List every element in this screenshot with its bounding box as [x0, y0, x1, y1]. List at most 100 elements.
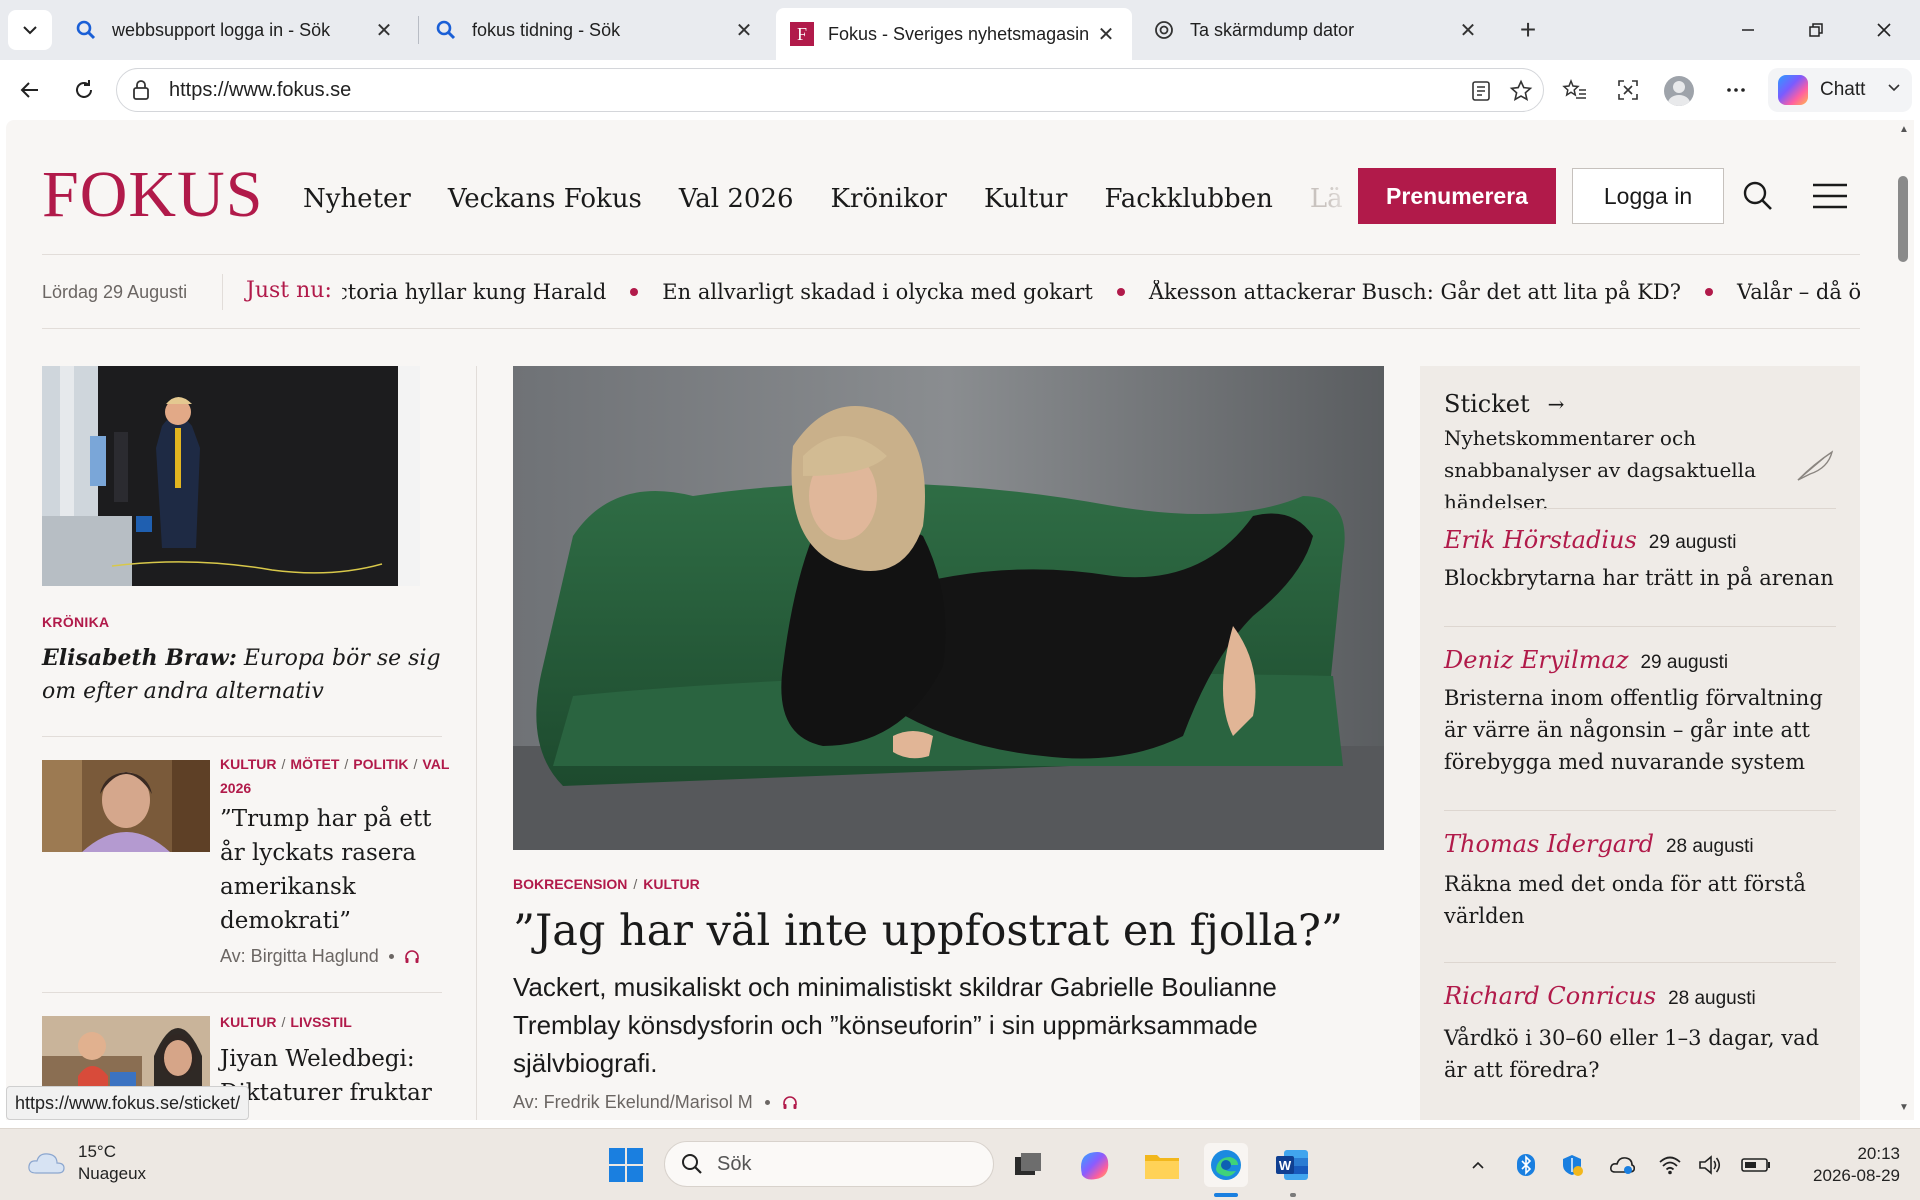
- login-button[interactable]: Logga in: [1572, 168, 1724, 224]
- scrollbar-thumb[interactable]: [1898, 176, 1908, 262]
- refresh-button[interactable]: [64, 70, 104, 110]
- close-tab-icon[interactable]: ✕: [1094, 22, 1118, 46]
- kicker-kultur[interactable]: KULTUR: [220, 1014, 277, 1030]
- back-button[interactable]: [10, 70, 50, 110]
- start-button[interactable]: [608, 1147, 644, 1183]
- profile-avatar[interactable]: [1664, 76, 1694, 106]
- new-tab-button[interactable]: +: [1510, 12, 1546, 48]
- page-scrollbar[interactable]: ▲ ▼: [1894, 120, 1914, 1120]
- kicker-livsstil[interactable]: LIVSSTIL: [290, 1014, 351, 1030]
- sticket-divider: [1444, 810, 1836, 811]
- battery-button[interactable]: [1740, 1149, 1772, 1181]
- scroll-down-arrow[interactable]: ▼: [1898, 1102, 1910, 1114]
- sticket-headline[interactable]: Vårdkö i 30–60 eller 1–3 dagar, vad är a…: [1444, 1022, 1844, 1086]
- hero-image[interactable]: [513, 366, 1384, 850]
- favorites-button[interactable]: [1555, 70, 1595, 110]
- tab-actions-button[interactable]: [8, 10, 52, 50]
- nav-item-kronikor[interactable]: Krönikor: [831, 184, 947, 214]
- address-bar[interactable]: https://www.fokus.se: [116, 68, 1544, 112]
- link-status-tooltip: https://www.fokus.se/sticket/: [6, 1086, 250, 1120]
- file-explorer-button[interactable]: [1140, 1143, 1184, 1187]
- nav-item-val-2026[interactable]: Val 2026: [679, 184, 794, 214]
- lead-article-title[interactable]: Elisabeth Braw: Europa bör se sig om eft…: [42, 642, 442, 708]
- sticket-headline[interactable]: Bristerna inom offentlig förvaltning är …: [1444, 682, 1844, 778]
- close-tab-icon[interactable]: ✕: [732, 18, 756, 42]
- hero-title[interactable]: ”Jag har väl inte uppfostrat en fjolla?”: [513, 902, 1384, 960]
- copilot-icon: [1081, 1152, 1109, 1180]
- article-title[interactable]: Jiyan Weledbegi: Diktaturer fruktar: [220, 1042, 448, 1110]
- more-options-button[interactable]: [1716, 70, 1756, 110]
- copilot-taskbar-button[interactable]: [1072, 1143, 1116, 1187]
- browser-toolbar: https://www.fokus.se Chatt: [0, 60, 1920, 120]
- site-search-button[interactable]: [1738, 176, 1778, 216]
- fokus-logo[interactable]: FOKUS: [42, 162, 263, 228]
- tab-webbsupport[interactable]: webbsupport logga in - Sök ✕: [60, 8, 410, 52]
- sticket-author[interactable]: Richard Conricus: [1444, 982, 1656, 1010]
- cloud-sync-button[interactable]: [1606, 1149, 1638, 1181]
- byline-text: Av: Fredrik Ekelund/Marisol M: [513, 1092, 753, 1112]
- security-button[interactable]: [1556, 1149, 1588, 1181]
- article-thumb-trump[interactable]: [42, 760, 210, 852]
- feather-icon: [1794, 444, 1836, 486]
- show-hidden-icons-button[interactable]: [1462, 1149, 1494, 1181]
- weather-temp: 15°C: [78, 1142, 116, 1161]
- sticket-title-link[interactable]: Sticket →: [1444, 390, 1564, 418]
- weather-widget[interactable]: 15°C Nuageux: [26, 1141, 146, 1185]
- ticker-item[interactable]: En allvarligt skadad i olycka med gokart: [662, 280, 1093, 304]
- nav-item-fackklubben[interactable]: Fackklubben: [1105, 184, 1273, 214]
- subscribe-button[interactable]: Prenumerera: [1358, 168, 1556, 224]
- sticket-entry-header: Richard Conricus 28 augusti: [1444, 982, 1756, 1010]
- close-tab-icon[interactable]: ✕: [372, 18, 396, 42]
- kicker-bokrecension[interactable]: BOKRECENSION: [513, 876, 627, 892]
- tab-fokus-active[interactable]: F Fokus - Sveriges nyhetsmagasin ✕: [776, 8, 1132, 60]
- minimize-button[interactable]: [1726, 10, 1770, 50]
- copilot-chat-button[interactable]: Chatt: [1768, 68, 1912, 112]
- close-window-button[interactable]: [1862, 10, 1906, 50]
- bluetooth-button[interactable]: [1510, 1149, 1542, 1181]
- lead-kicker[interactable]: KRÖNIKA: [42, 614, 109, 630]
- screenshot-button[interactable]: [1608, 70, 1648, 110]
- headphones-icon[interactable]: [782, 1095, 798, 1111]
- nav-item-nyheter[interactable]: Nyheter: [303, 184, 411, 214]
- site-menu-button[interactable]: [1810, 176, 1850, 216]
- lock-icon[interactable]: [129, 78, 153, 102]
- ticker-item[interactable]: Valår – då ökar klimat: [1737, 280, 1860, 304]
- headphones-icon[interactable]: [404, 949, 420, 965]
- close-tab-icon[interactable]: ✕: [1456, 18, 1480, 42]
- tab-fokus-tidning[interactable]: fokus tidning - Sök ✕: [420, 8, 770, 52]
- svg-text:W: W: [1279, 1158, 1292, 1173]
- nav-item-veckans-fokus[interactable]: Veckans Fokus: [448, 184, 642, 214]
- favorite-star-icon[interactable]: [1507, 77, 1535, 105]
- search-icon: [1743, 181, 1772, 210]
- scroll-up-arrow[interactable]: ▲: [1898, 124, 1910, 136]
- url-text[interactable]: https://www.fokus.se: [169, 79, 351, 102]
- volume-button[interactable]: [1694, 1149, 1726, 1181]
- taskbar-search[interactable]: Sök: [664, 1141, 994, 1187]
- sticket-author[interactable]: Deniz Eryilmaz: [1444, 646, 1628, 674]
- nav-item-kultur[interactable]: Kultur: [984, 184, 1068, 214]
- ticker-item[interactable]: Åkesson attackerar Busch: Går det att li…: [1149, 280, 1681, 304]
- bluetooth-icon: [1517, 1154, 1535, 1176]
- task-view-button[interactable]: [1006, 1143, 1050, 1187]
- ticker-bullet: [630, 288, 639, 296]
- sticket-author[interactable]: Erik Hörstadius: [1444, 526, 1637, 554]
- wifi-button[interactable]: [1654, 1149, 1686, 1181]
- kicker-motet[interactable]: MÖTET: [290, 756, 339, 772]
- edge-taskbar-button[interactable]: [1204, 1143, 1248, 1187]
- ticker-item[interactable]: ctoria hyllar kung Harald: [342, 280, 606, 304]
- kicker-kultur[interactable]: KULTUR: [220, 756, 277, 772]
- article-title[interactable]: ”Trump har på ett år lyckats rasera amer…: [220, 802, 448, 938]
- tab-skarmdump[interactable]: Ta skärmdump dator ✕: [1138, 8, 1494, 52]
- system-clock[interactable]: 20:13 2026-08-29: [1790, 1143, 1900, 1187]
- sticket-headline[interactable]: Blockbrytarna har trätt in på arenan: [1444, 562, 1844, 594]
- kicker-kultur[interactable]: KULTUR: [643, 876, 700, 892]
- kicker-politik[interactable]: POLITIK: [353, 756, 408, 772]
- sticket-headline[interactable]: Räkna med det onda för att förstå världe…: [1444, 868, 1844, 932]
- restore-button[interactable]: [1794, 10, 1838, 50]
- lead-author: Elisabeth Braw:: [42, 645, 237, 671]
- lead-article-image[interactable]: [42, 366, 420, 586]
- word-icon: W: [1276, 1150, 1308, 1180]
- reader-view-icon[interactable]: [1467, 77, 1495, 105]
- word-taskbar-button[interactable]: W: [1270, 1143, 1314, 1187]
- sticket-author[interactable]: Thomas Idergard: [1444, 830, 1654, 858]
